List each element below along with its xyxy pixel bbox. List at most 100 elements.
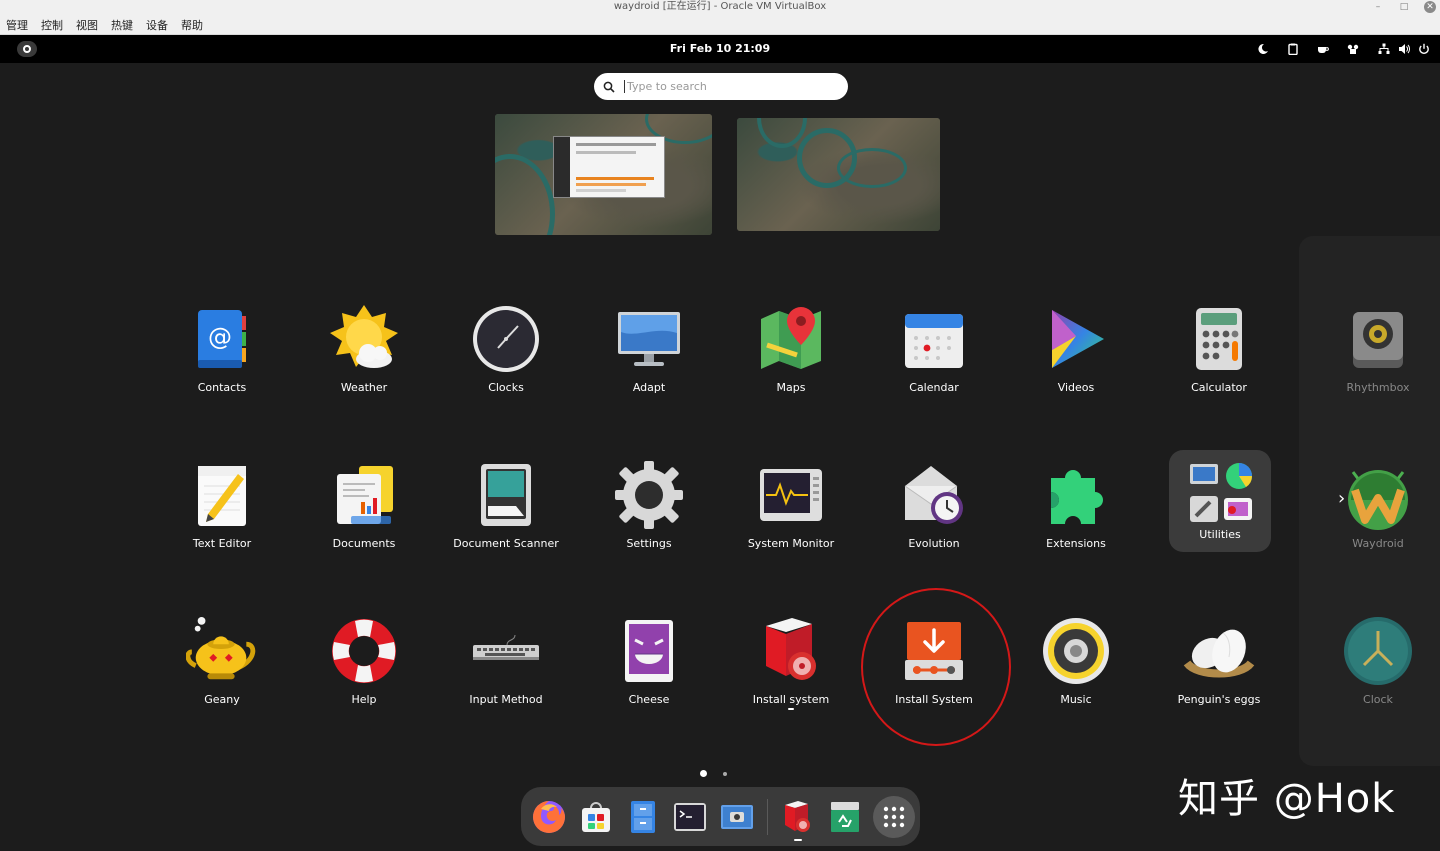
- menu-control[interactable]: 控制: [41, 17, 63, 34]
- menu-manage[interactable]: 管理: [6, 17, 28, 34]
- contacts-icon: @: [186, 303, 258, 375]
- app-label: Document Scanner: [453, 537, 559, 550]
- map-pin-icon: [755, 303, 827, 375]
- menu-devices[interactable]: 设备: [146, 17, 168, 34]
- app-help[interactable]: Help: [298, 612, 430, 712]
- zhihu-watermark: 知乎 @Hok: [1178, 776, 1396, 822]
- installer-box-icon: [755, 615, 827, 687]
- app-label: Contacts: [197, 381, 247, 394]
- vbox-menubar: 管理 控制 视图 热键 设备 帮助: [0, 17, 1440, 35]
- app-extensions[interactable]: Extensions: [1010, 456, 1142, 556]
- search-input[interactable]: [624, 80, 824, 93]
- app-label: Install system: [752, 693, 830, 706]
- dash-separator: [767, 798, 768, 835]
- app-waydroid[interactable]: Waydroid: [1312, 456, 1440, 556]
- close-button[interactable]: ✕: [1424, 1, 1436, 13]
- app-videos[interactable]: Videos: [1010, 300, 1142, 400]
- dash-software[interactable]: [577, 798, 615, 836]
- app-label: Text Editor: [192, 537, 252, 550]
- app-clock[interactable]: Clock: [1312, 612, 1440, 712]
- menu-view[interactable]: 视图: [76, 17, 98, 34]
- genie-lamp-icon: [186, 615, 258, 687]
- app-input-method[interactable]: Input Method: [440, 612, 572, 712]
- app-label: Maps: [776, 381, 806, 394]
- folder-utilities[interactable]: Utilities: [1169, 450, 1271, 552]
- app-calendar[interactable]: Calendar: [868, 300, 1000, 400]
- app-install-system[interactable]: Install System: [868, 612, 1000, 712]
- maximize-button[interactable]: □: [1398, 0, 1410, 14]
- minimize-button[interactable]: –: [1372, 0, 1384, 14]
- utilities-folder-icon: [1184, 460, 1256, 526]
- search-bar[interactable]: [594, 73, 848, 100]
- app-adapt[interactable]: Adapt: [583, 300, 715, 400]
- app-penguins-eggs[interactable]: Penguin's eggs: [1153, 612, 1285, 712]
- volume-icon: [1399, 44, 1410, 54]
- dash-screenshot[interactable]: [718, 798, 756, 836]
- app-weather[interactable]: Weather: [298, 300, 430, 400]
- workspace-thumbnail-2[interactable]: [737, 118, 940, 231]
- system-tray: [1248, 35, 1440, 63]
- app-label: Waydroid: [1352, 537, 1404, 550]
- status-menu[interactable]: [1368, 43, 1440, 55]
- calculator-icon: [1183, 303, 1255, 375]
- app-cheese[interactable]: Cheese: [583, 612, 715, 712]
- night-light-icon[interactable]: [1248, 35, 1278, 63]
- terminal-icon: [674, 802, 706, 831]
- install-download-icon: [898, 615, 970, 687]
- dash-firefox[interactable]: [530, 798, 568, 836]
- app-label: Input Method: [469, 693, 543, 706]
- activities-button[interactable]: [17, 41, 37, 57]
- clock-datetime[interactable]: Fri Feb 10 21:09: [670, 42, 770, 55]
- monitor-icon: [613, 303, 685, 375]
- page-dot[interactable]: [723, 771, 727, 776]
- app-calculator[interactable]: Calculator: [1153, 300, 1285, 400]
- recycle-installer-icon: [831, 801, 859, 832]
- window-controls: – □ ✕: [1372, 0, 1436, 14]
- activities-icon: [23, 45, 31, 53]
- menu-hotkey[interactable]: 热键: [111, 17, 133, 34]
- scanner-icon: [470, 459, 542, 531]
- workspace-thumbnail-1[interactable]: [495, 114, 712, 235]
- dash-install-system-calamares[interactable]: [779, 798, 817, 841]
- chevron-right-icon[interactable]: ›: [1338, 488, 1345, 509]
- app-install-system-calamares[interactable]: Install system: [725, 612, 857, 712]
- app-geany[interactable]: Geany: [156, 612, 288, 712]
- app-label: Weather: [340, 381, 388, 394]
- waydroid-icon: [1342, 459, 1414, 531]
- app-evolution[interactable]: Evolution: [868, 456, 1000, 556]
- vbox-title-bar: waydroid [正在运行] - Oracle VM VirtualBox –…: [0, 0, 1440, 17]
- folder-label: Utilities: [1199, 528, 1241, 541]
- screenshot-camera-icon: [721, 804, 753, 829]
- menu-help[interactable]: 帮助: [181, 17, 203, 34]
- calendar-icon: [898, 303, 970, 375]
- svg-text:@: @: [208, 323, 232, 351]
- app-text-editor[interactable]: Text Editor: [156, 456, 288, 556]
- app-contacts[interactable]: @ Contacts: [156, 300, 288, 400]
- app-document-scanner[interactable]: Document Scanner: [440, 456, 572, 556]
- app-system-monitor[interactable]: System Monitor: [725, 456, 857, 556]
- app-label: Cheese: [628, 693, 670, 706]
- extensions-tray-icon[interactable]: [1338, 35, 1368, 63]
- app-music[interactable]: Music: [1010, 612, 1142, 712]
- app-settings[interactable]: Settings: [583, 456, 715, 556]
- app-label: Calendar: [909, 381, 959, 394]
- app-rhythmbox[interactable]: Rhythmbox: [1312, 300, 1440, 400]
- software-bag-icon: [582, 801, 610, 832]
- clipboard-icon[interactable]: [1278, 35, 1308, 63]
- app-label: Settings: [626, 537, 672, 550]
- show-apps-button[interactable]: [873, 795, 915, 838]
- app-documents[interactable]: Documents: [298, 456, 430, 556]
- app-label: Rhythmbox: [1346, 381, 1410, 394]
- coffee-icon[interactable]: [1308, 35, 1338, 63]
- search-icon: [603, 81, 615, 93]
- lifebuoy-icon: [328, 615, 400, 687]
- dash-terminal[interactable]: [671, 798, 709, 836]
- app-clocks[interactable]: Clocks: [440, 300, 572, 400]
- files-cabinet-icon: [631, 800, 655, 833]
- window-preview[interactable]: [553, 136, 665, 198]
- dash-recycle-installer[interactable]: [826, 798, 864, 836]
- app-maps[interactable]: Maps: [725, 300, 857, 400]
- weather-sun-cloud-icon: [328, 303, 400, 375]
- dash-files[interactable]: [624, 798, 662, 836]
- page-dot-active[interactable]: [700, 770, 707, 777]
